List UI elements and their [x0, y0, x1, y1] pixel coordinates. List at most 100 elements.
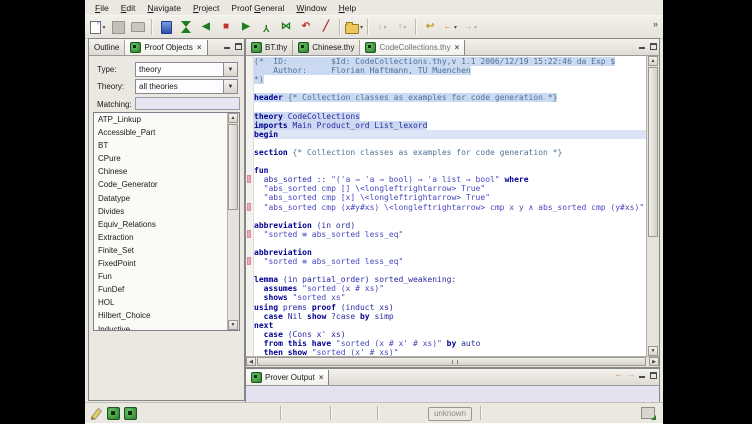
- fast-view-icon[interactable]: [641, 407, 655, 419]
- list-item-finite-set[interactable]: Finite_Set: [94, 244, 239, 257]
- menu-project[interactable]: Project: [187, 2, 225, 14]
- annotation-marker: [247, 203, 251, 211]
- scrollbar-thumb[interactable]: [648, 67, 658, 237]
- code-line: next: [254, 321, 646, 330]
- prover-output-view: Prover Output× ← →: [245, 368, 660, 403]
- theory-list[interactable]: ATP_LinkupAccessible_PartBTCPureChineseC…: [93, 112, 240, 331]
- last-edit-location-button[interactable]: ↩: [421, 18, 439, 36]
- scroll-up-icon[interactable]: ▲: [648, 56, 658, 66]
- undo-all-button[interactable]: ↶: [297, 18, 315, 36]
- editor-text-area[interactable]: (* ID: $Id: CodeCollections.thy,v 1.1 20…: [246, 56, 659, 356]
- menu-edit[interactable]: Edit: [115, 2, 142, 14]
- theory-combobox[interactable]: all theories ▼: [135, 79, 238, 94]
- list-item-hilbert-choice[interactable]: Hilbert_Choice: [94, 309, 239, 322]
- scrollbar-thumb[interactable]: [228, 124, 238, 210]
- minimize-icon[interactable]: [638, 42, 646, 50]
- list-item-fixedpoint[interactable]: FixedPoint: [94, 257, 239, 270]
- editor-tab-bt-thy[interactable]: BT.thy: [246, 40, 293, 55]
- editor-view: BT.thyChinese.thy CodeCollections.thy × (*…: [245, 38, 660, 368]
- undo-step-button[interactable]: ◀: [197, 18, 215, 36]
- editor-tab-chinese-thy[interactable]: Chinese.thy: [293, 40, 360, 55]
- maximize-icon[interactable]: [649, 371, 657, 379]
- back-button[interactable]: ←▾: [441, 18, 459, 36]
- close-icon[interactable]: ×: [197, 43, 202, 52]
- list-item-hol[interactable]: HOL: [94, 296, 239, 309]
- editor-vertical-scrollbar[interactable]: ▲ ▼: [646, 56, 659, 356]
- list-item-fun[interactable]: Fun: [94, 270, 239, 283]
- open-folder-button[interactable]: ▾: [345, 18, 363, 36]
- list-scrollbar[interactable]: ▲ ▼: [227, 113, 239, 330]
- tab-outline[interactable]: Outline: [89, 40, 125, 55]
- menu-file[interactable]: File: [89, 2, 115, 14]
- chevron-down-icon[interactable]: ▼: [223, 63, 237, 76]
- new-wizard-icon: [90, 21, 101, 34]
- type-combobox[interactable]: theory ▼: [135, 62, 238, 77]
- editor-tab-label: CodeCollections.thy: [379, 43, 450, 52]
- code-line: "abs_sorted cmp (x#y#xs) \<longleftright…: [254, 203, 646, 212]
- scroll-down-icon[interactable]: ▼: [648, 346, 658, 356]
- scrollbar-thumb[interactable]: [257, 357, 646, 366]
- new-wizard-button[interactable]: ▾: [89, 18, 107, 36]
- activate-scripting-icon: [161, 21, 172, 34]
- next-annotation-button[interactable]: ↓▾: [373, 18, 391, 36]
- process-buffer-button[interactable]: ⋈: [277, 18, 295, 36]
- chevron-down-icon[interactable]: ▼: [223, 80, 237, 93]
- list-item-cpure[interactable]: CPure: [94, 152, 239, 165]
- list-item-atp-linkup[interactable]: ATP_Linkup: [94, 113, 239, 126]
- tab-proof-objects[interactable]: Proof Objects×: [125, 40, 207, 55]
- list-item-chinese[interactable]: Chinese: [94, 165, 239, 178]
- maximize-icon[interactable]: [234, 42, 242, 50]
- back-arrow-icon[interactable]: ←: [614, 370, 623, 379]
- interrupt-prover-button[interactable]: [177, 18, 195, 36]
- code-line: lemma (in partial_order) sorted_weakenin…: [254, 275, 646, 284]
- tab-prover-output[interactable]: Prover Output×: [246, 370, 329, 385]
- list-item-equiv-relations[interactable]: Equiv_Relations: [94, 218, 239, 231]
- list-item-bt[interactable]: BT: [94, 139, 239, 152]
- pencil-icon: [91, 408, 102, 421]
- menu-navigate[interactable]: Navigate: [141, 2, 187, 14]
- close-icon[interactable]: ×: [455, 43, 460, 52]
- code-line: theory CodeCollections: [254, 112, 646, 121]
- close-icon[interactable]: ×: [319, 373, 324, 382]
- goto-button[interactable]: Y: [257, 18, 275, 36]
- prev-annotation-button[interactable]: ↑▾: [393, 18, 411, 36]
- minimize-icon[interactable]: [223, 42, 231, 50]
- list-item-extraction[interactable]: Extraction: [94, 231, 239, 244]
- menu-proof-general[interactable]: Proof General: [225, 2, 290, 14]
- list-item-fundef[interactable]: FunDef: [94, 283, 239, 296]
- print-button[interactable]: [129, 18, 147, 36]
- scroll-left-icon[interactable]: ◀: [246, 357, 256, 366]
- save-button[interactable]: [109, 18, 127, 36]
- prev-annotation-icon: ↑: [398, 22, 403, 32]
- editor-tab-codecollections-thy[interactable]: CodeCollections.thy ×: [360, 40, 465, 55]
- list-item-code-generator[interactable]: Code_Generator: [94, 178, 239, 191]
- code-line: abbreviation: [254, 248, 646, 257]
- list-item-datatype[interactable]: Datatype: [94, 192, 239, 205]
- code-line: "abs_sorted cmp [] \<longleftrightarrow>…: [254, 184, 646, 193]
- list-item-accessible-part[interactable]: Accessible_Part: [94, 126, 239, 139]
- menu-window[interactable]: Window: [290, 2, 332, 14]
- theory-combobox-value: all theories: [136, 82, 223, 91]
- goto-icon: Y: [263, 22, 270, 32]
- activate-scripting-button[interactable]: [157, 18, 175, 36]
- next-step-icon: ▶: [242, 22, 250, 32]
- sidebar-content: Type: theory ▼ Theory: all theories ▼ Ma…: [89, 56, 244, 400]
- scroll-up-icon[interactable]: ▲: [228, 113, 238, 123]
- forward-button[interactable]: →▾: [461, 18, 479, 36]
- menu-help[interactable]: Help: [333, 2, 362, 14]
- forward-arrow-icon[interactable]: →: [626, 370, 635, 379]
- process-buffer-icon: ⋈: [281, 22, 291, 32]
- next-step-button[interactable]: ▶: [237, 18, 255, 36]
- maximize-icon[interactable]: [649, 42, 657, 50]
- matching-input[interactable]: [135, 97, 240, 110]
- editor-horizontal-scrollbar[interactable]: ◀ ▶: [246, 356, 659, 367]
- list-item-divides[interactable]: Divides: [94, 205, 239, 218]
- scroll-down-icon[interactable]: ▼: [228, 320, 238, 330]
- toolbar-overflow-chevron[interactable]: »: [653, 19, 657, 29]
- stop-button[interactable]: ■: [217, 18, 235, 36]
- list-item-inductive[interactable]: Inductive: [94, 323, 239, 332]
- scroll-right-icon[interactable]: ▶: [649, 357, 659, 366]
- pen-button[interactable]: ╱: [317, 18, 335, 36]
- minimize-icon[interactable]: [638, 371, 646, 379]
- code-line: assumes "sorted (x # xs)": [254, 284, 646, 293]
